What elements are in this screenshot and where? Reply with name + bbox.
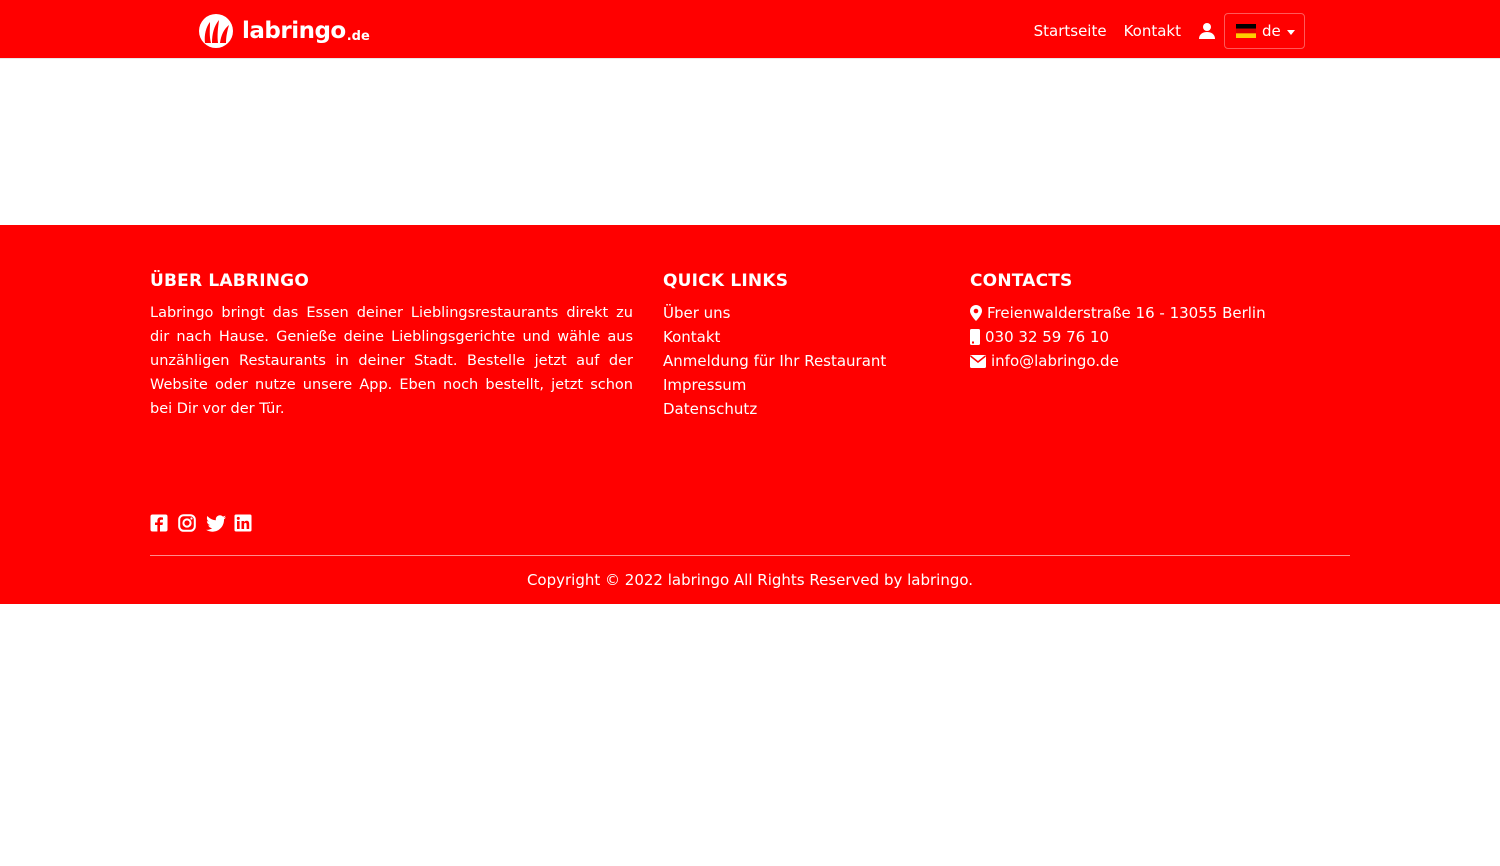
logo-tld-text: .de (346, 28, 370, 44)
twitter-link[interactable] (206, 514, 226, 532)
footer-divider (150, 555, 1350, 556)
contact-address: Freienwalderstraße 16 - 13055 Berlin (970, 301, 1350, 325)
footer-link-restaurant-signup[interactable]: Anmeldung für Ihr Restaurant (663, 349, 943, 373)
contacts-heading: CONTACTS (970, 271, 1073, 291)
language-selector[interactable]: de (1224, 13, 1305, 49)
facebook-icon (150, 514, 168, 532)
linkedin-link[interactable] (234, 514, 252, 532)
copyright-text: Copyright © 2022 labringo All Rights Res… (526, 571, 974, 589)
germany-flag-icon (1236, 24, 1256, 38)
envelope-icon (970, 354, 986, 368)
caret-down-icon (1286, 29, 1295, 35)
contact-address-text: Freienwalderstraße 16 - 13055 Berlin (987, 304, 1266, 322)
footer-link-datenschutz[interactable]: Datenschutz (663, 397, 943, 421)
nav-link-kontakt[interactable]: Kontakt (1124, 16, 1181, 46)
language-code: de (1262, 22, 1281, 40)
site-footer: ÜBER LABRINGO Labringo bringt das Essen … (0, 225, 1500, 604)
contact-email: info@labringo.de (970, 349, 1350, 373)
quick-links-section: QUICK LINKS Über uns Kontakt Anmeldung f… (663, 270, 943, 421)
facebook-link[interactable] (150, 514, 168, 532)
instagram-link[interactable] (178, 514, 196, 532)
quick-links-heading: QUICK LINKS (663, 271, 789, 291)
nav-link-startseite[interactable]: Startseite (1034, 16, 1107, 46)
contacts-section: CONTACTS Freienwalderstraße 16 - 13055 B… (970, 270, 1350, 373)
footer-link-ueber-uns[interactable]: Über uns (663, 301, 943, 325)
contact-phone-text: 030 32 59 76 10 (985, 328, 1110, 346)
header-nav: Startseite Kontakt de (1034, 13, 1305, 49)
about-text: Labringo bringt das Essen deiner Lieblin… (150, 305, 633, 417)
footer-link-impressum[interactable]: Impressum (663, 373, 943, 397)
footer-link-kontakt[interactable]: Kontakt (663, 325, 943, 349)
top-navbar: labringo .de Startseite Kontakt de (0, 0, 1500, 59)
map-marker-icon (970, 305, 982, 321)
mobile-phone-icon (970, 329, 980, 345)
linkedin-icon (234, 514, 252, 532)
labringo-logo-icon (199, 14, 233, 48)
instagram-icon (178, 514, 196, 532)
user-icon[interactable] (1198, 22, 1216, 40)
contact-email-link[interactable]: info@labringo.de (991, 349, 1119, 373)
twitter-icon (206, 515, 226, 532)
logo-link[interactable]: labringo .de (196, 12, 370, 50)
about-section: ÜBER LABRINGO Labringo bringt das Essen … (150, 270, 633, 421)
contact-phone: 030 32 59 76 10 (970, 325, 1350, 349)
about-heading: ÜBER LABRINGO (150, 271, 309, 291)
social-links (150, 514, 262, 532)
logo-brand-text: labringo (242, 18, 346, 44)
